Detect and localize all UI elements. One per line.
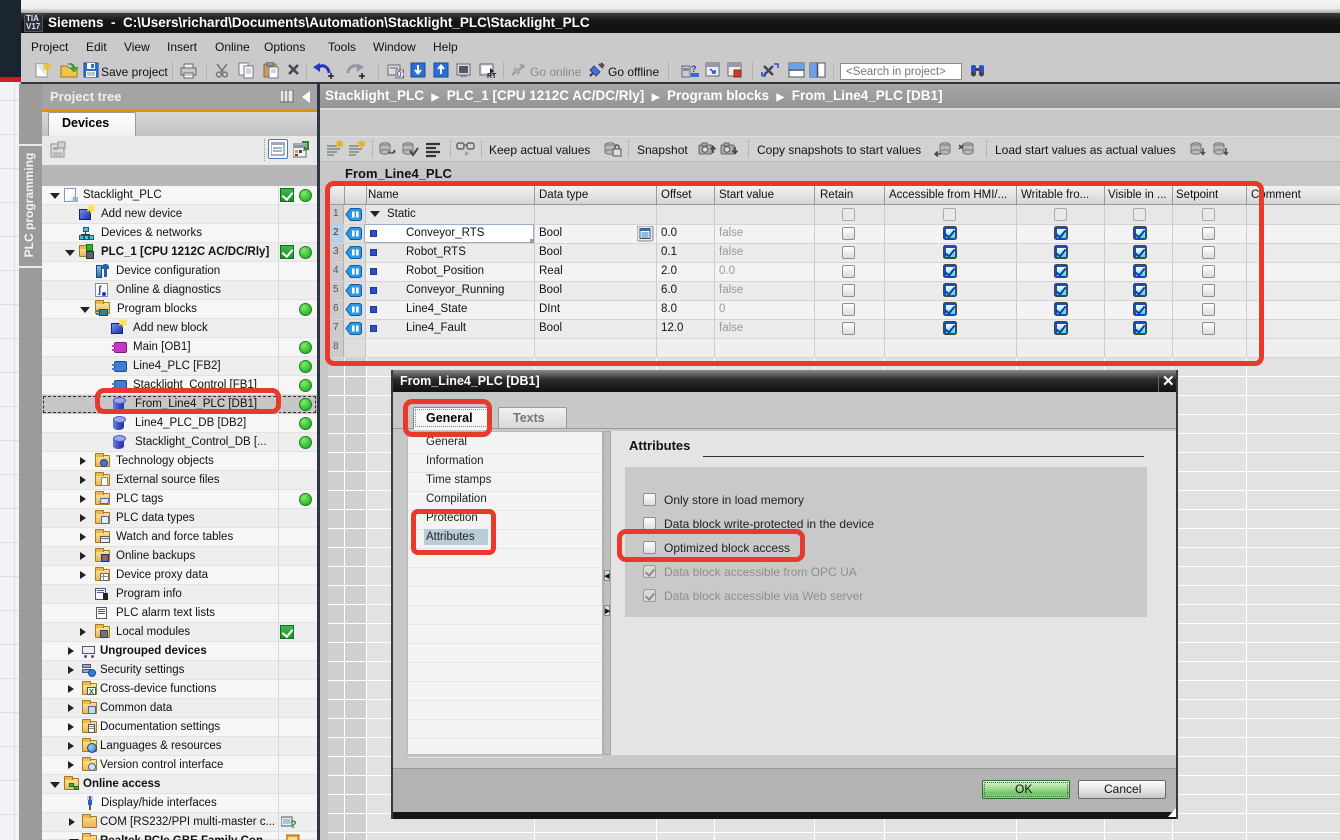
svg-text:RT: RT bbox=[487, 73, 497, 79]
svg-text:✱: ✱ bbox=[357, 140, 366, 151]
svg-text:✱: ✱ bbox=[335, 140, 344, 151]
svg-text:?: ? bbox=[691, 64, 697, 74]
svg-text:01: 01 bbox=[397, 70, 404, 79]
svg-text:✱: ✱ bbox=[42, 62, 52, 74]
svg-text:?: ? bbox=[290, 819, 297, 830]
